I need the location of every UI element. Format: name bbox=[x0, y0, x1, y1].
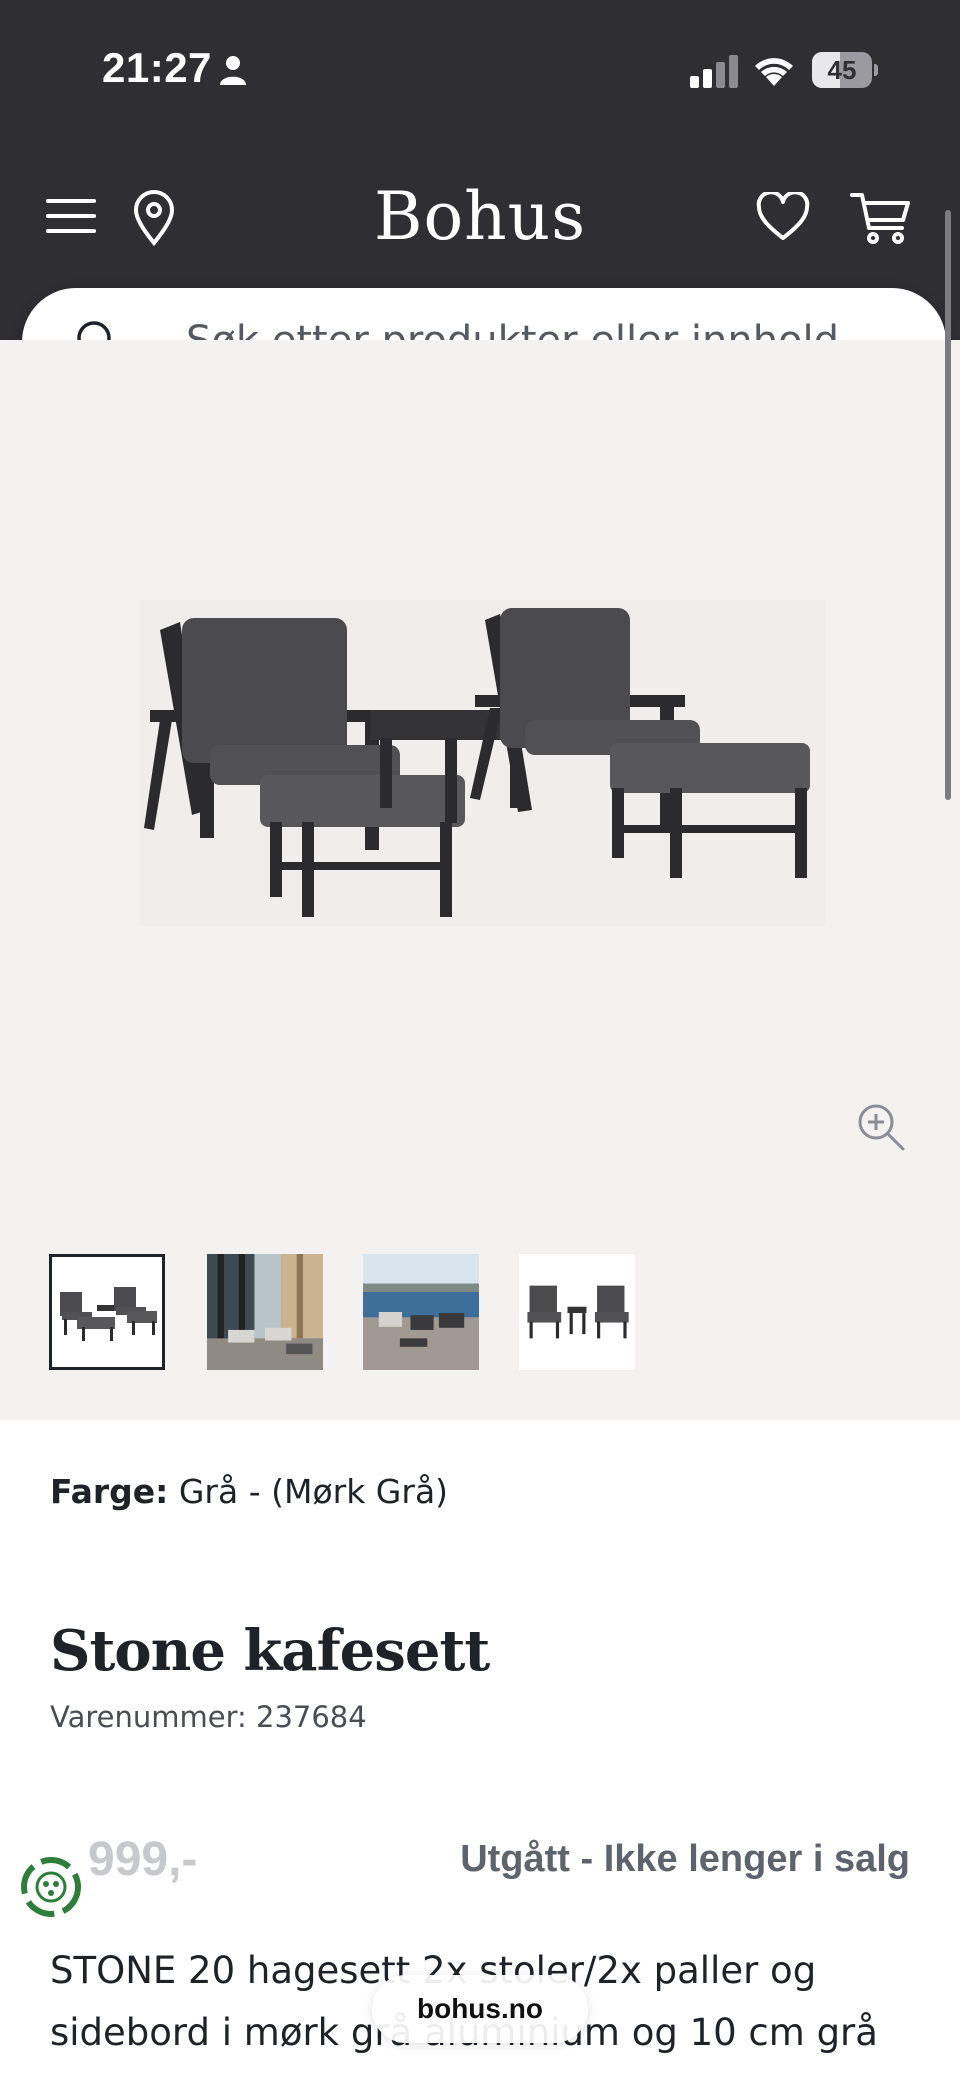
thumbnail-3[interactable] bbox=[363, 1254, 479, 1370]
color-label: Farge: bbox=[50, 1472, 169, 1511]
product-title: Stone kafesett bbox=[50, 1618, 490, 1684]
signal-icon bbox=[690, 55, 738, 88]
product-main-image[interactable] bbox=[140, 600, 826, 926]
location-icon[interactable] bbox=[132, 190, 176, 246]
thumbnail-4[interactable] bbox=[519, 1254, 635, 1370]
battery-indicator: 45 bbox=[812, 52, 878, 88]
product-gallery bbox=[0, 340, 960, 1420]
brand-logo[interactable]: Bohus bbox=[330, 178, 630, 255]
thumbnail-1[interactable] bbox=[49, 1254, 165, 1370]
color-selection: Farge: Grå - (Mørk Grå) bbox=[50, 1472, 448, 1511]
product-sku: Varenummer: 237684 bbox=[50, 1700, 367, 1734]
thumbnail-2[interactable] bbox=[207, 1254, 323, 1370]
browser-url-bar[interactable]: bohus.no bbox=[372, 1975, 588, 2043]
availability-status: Utgått - Ikke lenger i salg bbox=[460, 1838, 910, 1880]
status-bar: 21:27 45 bbox=[0, 0, 960, 140]
top-navigation: Bohus bbox=[0, 170, 960, 270]
color-value: Grå - (Mørk Grå) bbox=[178, 1472, 449, 1511]
zoom-icon[interactable] bbox=[856, 1102, 906, 1152]
recycle-icon[interactable] bbox=[16, 1852, 86, 1922]
scrollbar[interactable] bbox=[945, 210, 951, 800]
product-price: 999,- bbox=[88, 1833, 198, 1886]
person-icon bbox=[220, 56, 246, 85]
cart-icon[interactable] bbox=[850, 190, 912, 246]
status-time: 21:27 bbox=[102, 44, 212, 91]
menu-icon[interactable] bbox=[46, 196, 96, 236]
battery-level: 45 bbox=[827, 55, 857, 85]
heart-icon[interactable] bbox=[756, 192, 810, 242]
wifi-icon bbox=[755, 58, 793, 86]
